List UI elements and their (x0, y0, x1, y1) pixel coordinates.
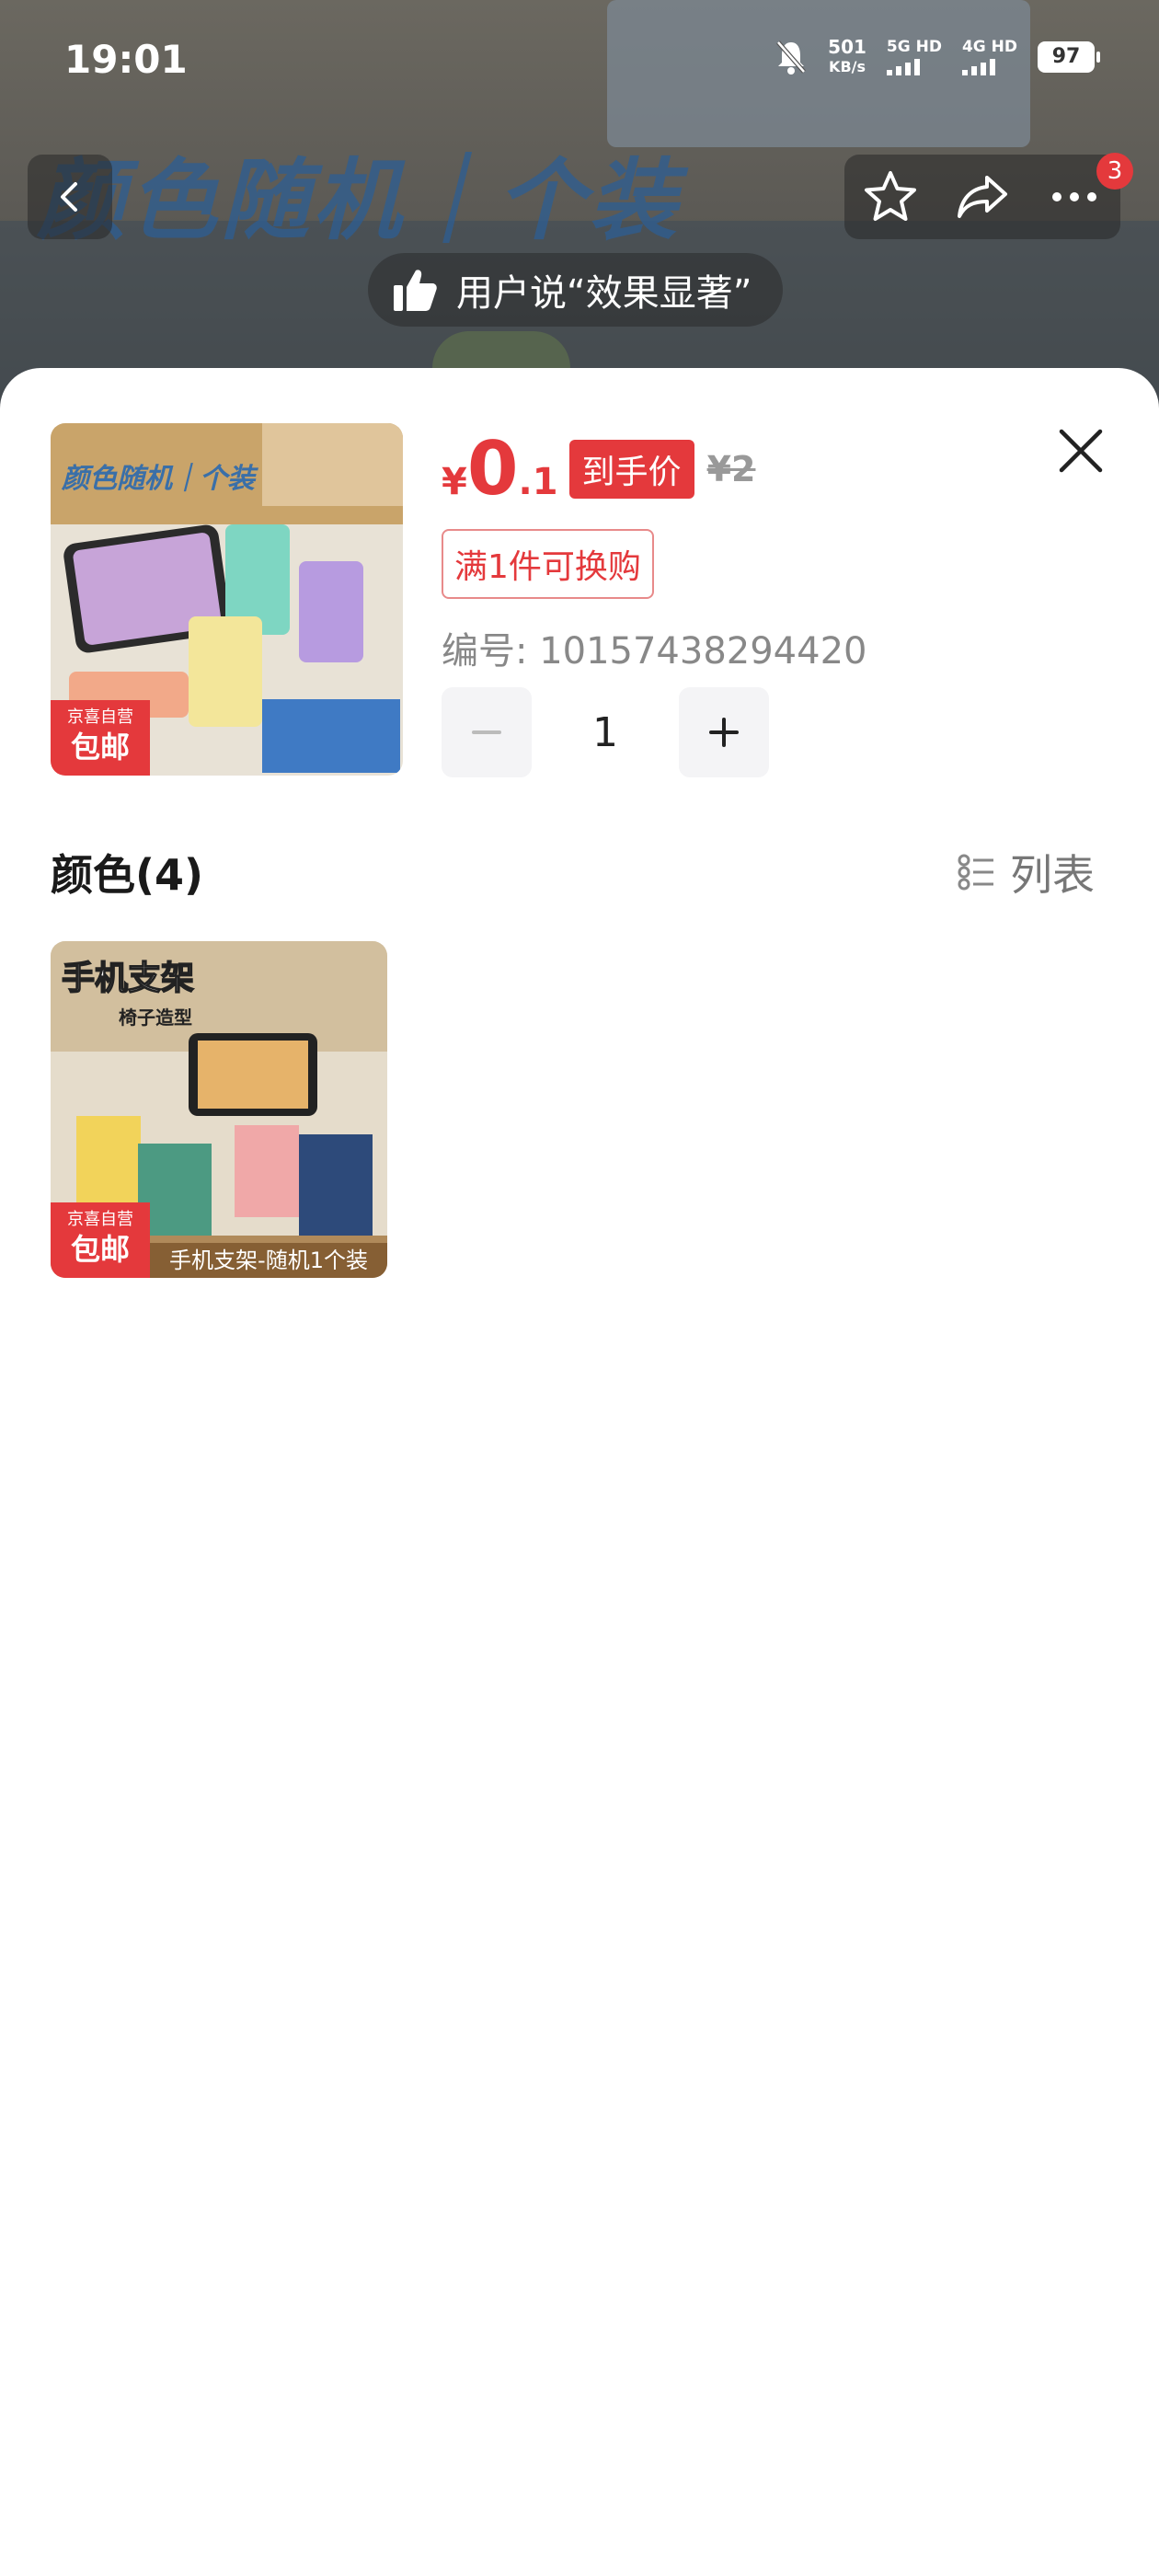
chevron-left-icon (61, 182, 77, 212)
final-price-tag: 到手价 (568, 440, 694, 499)
quantity-value[interactable]: 1 (532, 709, 679, 756)
minus-icon (472, 730, 501, 734)
battery-icon: 97 (1038, 41, 1100, 73)
image-caption: 手机支架-随机1个装 (150, 1243, 387, 1278)
tag-line-1: 京喜自营 (67, 1210, 133, 1229)
signal-bars-icon (886, 57, 920, 75)
net-speed-value: 501 (828, 36, 866, 58)
close-icon (1059, 429, 1103, 473)
close-button[interactable] (1049, 419, 1113, 483)
product-thumbnail[interactable]: 颜色随机｜个装 京喜自营 包邮 (51, 423, 403, 776)
sim1-label: 5G HD (886, 38, 942, 56)
star-icon[interactable] (862, 168, 919, 225)
back-button[interactable] (28, 155, 112, 239)
increase-button[interactable] (679, 687, 769, 777)
user-review-pill[interactable]: 用户说“效果显著” (368, 253, 784, 327)
image-title: 手机支架 (62, 960, 194, 997)
self-operated-tag: 京喜自营 包邮 (51, 1202, 150, 1278)
status-icons: 501 KB/s 5G HD 4G HD 97 (775, 37, 1100, 77)
promo-tag[interactable]: 满1件可换购 (442, 529, 654, 599)
sku-selector-sheet: 颜色随机｜个装 京喜自营 包邮 ¥ 0 .1 到手价 ¥2 满1件可换购 编号:… (0, 368, 1159, 2576)
list-icon (958, 854, 993, 891)
price-currency: ¥ (442, 461, 467, 503)
list-label: 列表 (1010, 850, 1095, 900)
list-view-toggle[interactable]: 列表 (957, 842, 1095, 903)
net-speed-unit: KB/s (829, 58, 866, 75)
color-section-title: 颜色(4) (51, 850, 204, 900)
signal-bars-icon (961, 57, 995, 75)
sim2-label: 4G HD (961, 38, 1017, 56)
quantity-stepper: 1 (442, 687, 769, 777)
thumbs-up-icon (394, 270, 437, 311)
self-operated-tag: 京喜自营 包邮 (51, 700, 150, 776)
tag-line-1: 京喜自营 (67, 707, 133, 727)
decrease-button[interactable] (442, 687, 532, 777)
sku-number: 编号: 10157438294420 (442, 630, 867, 673)
notification-badge: 3 (1096, 153, 1133, 190)
more-icon[interactable] (1046, 168, 1103, 225)
plus-icon (709, 718, 739, 747)
original-price: ¥2 (706, 449, 756, 489)
price-decimal: .1 (518, 461, 558, 503)
tag-line-2: 包邮 (70, 730, 130, 765)
option-image: 手机支架 椅子造型 京喜自营 包邮 手机支架-随机1个装 (51, 941, 387, 1278)
status-time: 19:01 (64, 37, 188, 82)
color-option-1[interactable]: 手机支架 椅子造型 京喜自营 包邮 手机支架-随机1个装 (51, 941, 387, 1278)
bell-muted-icon (776, 40, 807, 75)
price-integer: 0 (466, 426, 519, 512)
hero-title-text: 颜色随机｜个装 (37, 149, 681, 252)
signal-sim2: 4G HD (961, 38, 1017, 75)
user-review-text: 用户说“效果显著” (456, 272, 752, 315)
image-subtitle: 椅子造型 (119, 1006, 192, 1029)
signal-sim1: 5G HD (886, 38, 942, 75)
image-title-text: 颜色随机｜个装 (61, 463, 258, 495)
share-icon[interactable] (954, 168, 1011, 225)
price-row: ¥ 0 .1 到手价 ¥2 (442, 432, 755, 506)
status-bar: 19:01 501 KB/s 5G HD 4G HD 97 (0, 0, 1159, 120)
network-speed: 501 KB/s (828, 37, 866, 77)
tag-line-2: 包邮 (70, 1232, 130, 1267)
top-action-group (844, 155, 1120, 239)
